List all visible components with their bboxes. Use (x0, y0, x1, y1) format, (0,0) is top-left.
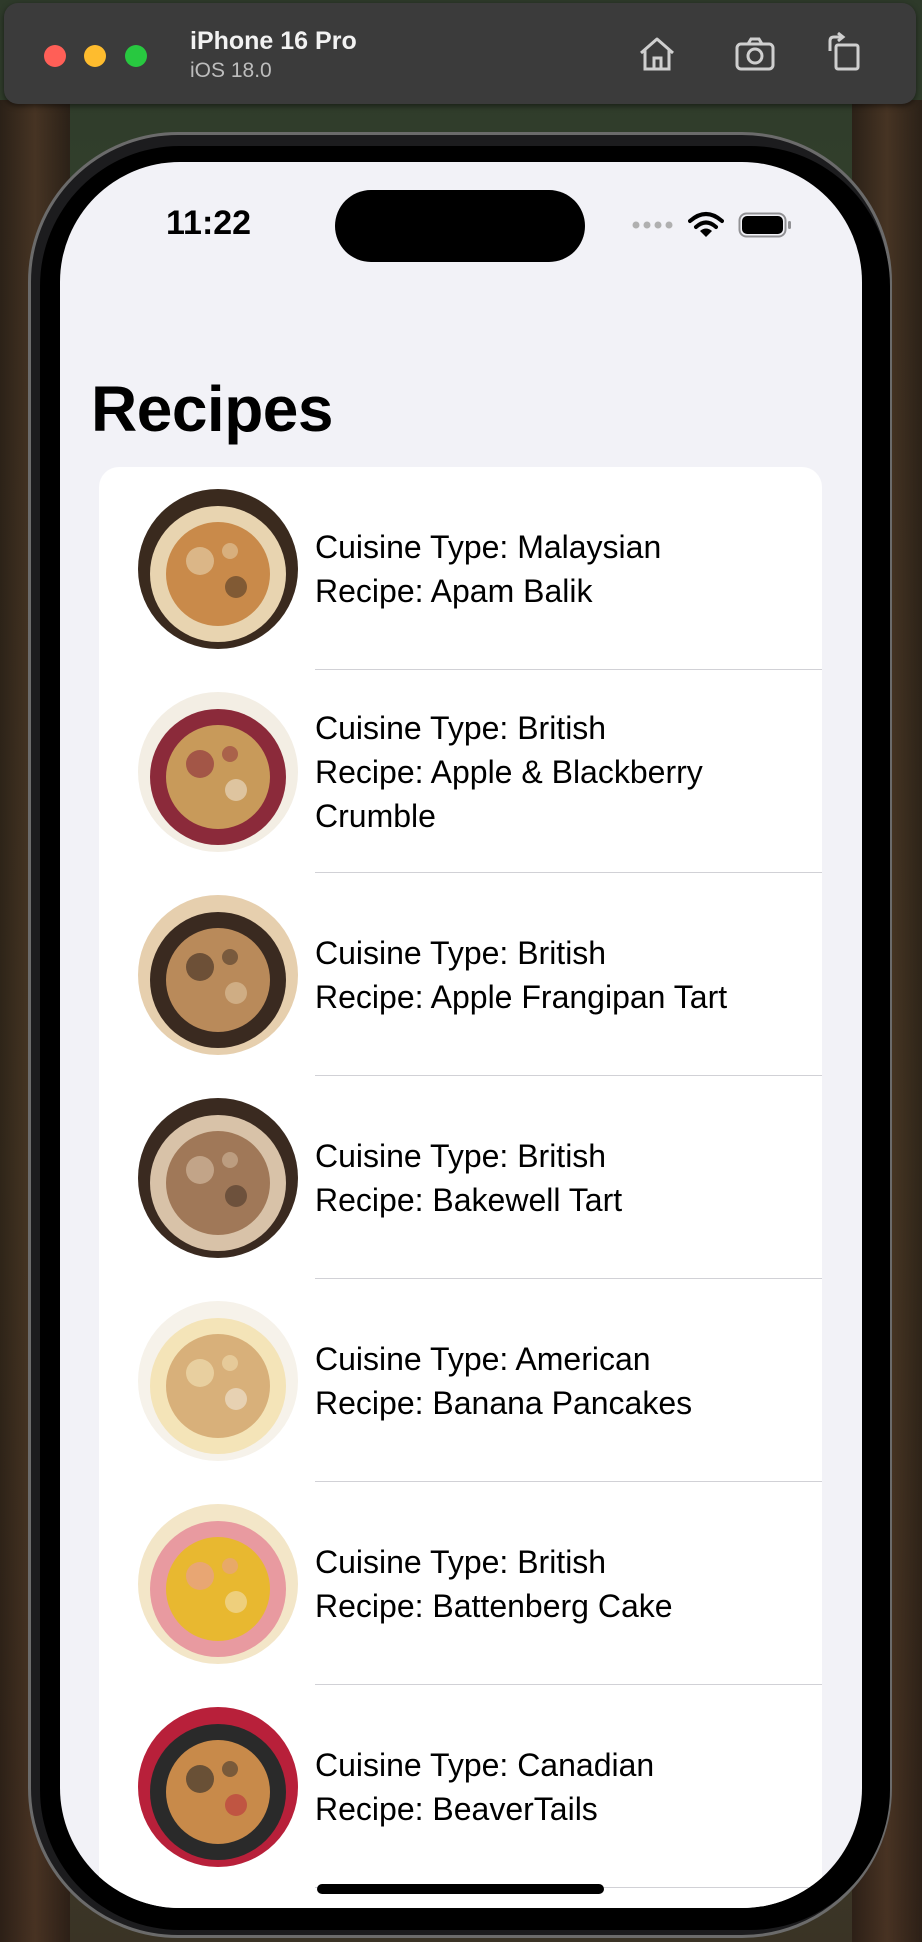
phone-screen: 11:22 Recipes Cuisine Type: Malaysian Rec… (60, 162, 862, 1908)
food-photo-icon (138, 1707, 298, 1867)
rotate-icon (828, 31, 860, 71)
zoom-window-button[interactable] (125, 45, 147, 67)
rotate-button[interactable] (822, 31, 868, 77)
recipe-name-label: Recipe: Bakewell Tart (315, 1181, 623, 1218)
food-photo-icon (138, 1098, 298, 1258)
recipe-row[interactable]: Cuisine Type: British Recipe: Apple Frang… (99, 873, 822, 1076)
close-window-button[interactable] (44, 45, 66, 67)
recipe-thumbnail (138, 489, 298, 649)
recipe-text: Cuisine Type: Malaysian Recipe: Apam Bali… (315, 467, 782, 670)
recipe-row[interactable]: Cuisine Type: American Recipe: Banana Pan… (99, 1279, 822, 1482)
recipe-text: Cuisine Type: British Recipe: Battenberg … (315, 1482, 782, 1685)
recipe-name-label: Recipe: Battenberg Cake (315, 1587, 673, 1624)
recipe-thumbnail (138, 692, 298, 852)
recipe-cuisine-label: Cuisine Type: British (315, 934, 607, 971)
recipe-thumbnail (138, 1504, 298, 1664)
home-icon (640, 37, 674, 71)
food-photo-icon (138, 692, 298, 852)
battery-icon (738, 212, 791, 238)
device-name: iPhone 16 Pro (190, 27, 357, 55)
recipe-cuisine-label: Cuisine Type: British (315, 709, 607, 746)
recipe-row[interactable]: Cuisine Type: British Recipe: Bakewell Ta… (99, 1076, 822, 1279)
minimize-window-button[interactable] (84, 45, 106, 67)
food-photo-icon (138, 895, 298, 1055)
recipe-text: Cuisine Type: British Recipe: Apple & Bla… (315, 670, 782, 873)
recipe-name-label: Recipe: Banana Pancakes (315, 1384, 693, 1421)
dynamic-island (335, 190, 585, 262)
food-photo-icon (138, 1504, 298, 1664)
recipe-thumbnail (138, 1707, 298, 1867)
recipe-list[interactable]: Cuisine Type: Malaysian Recipe: Apam Bali… (99, 467, 822, 1908)
screenshot-button[interactable] (732, 31, 778, 77)
status-time: 11:22 (166, 204, 252, 242)
cellular-dots-icon (632, 221, 673, 229)
wifi-icon (688, 212, 724, 237)
recipe-cuisine-label: Cuisine Type: British (315, 1543, 607, 1580)
recipe-row[interactable]: Cuisine Type: British Recipe: Battenberg … (99, 1482, 822, 1685)
recipe-cuisine-label: Cuisine Type: Canadian (315, 1746, 655, 1783)
home-button[interactable] (634, 31, 680, 77)
recipe-text: Cuisine Type: British Recipe: Apple Frang… (315, 873, 782, 1076)
status-icons (632, 210, 792, 240)
recipe-name-label: Recipe: BeaverTails (315, 1790, 598, 1827)
recipe-cuisine-label: Cuisine Type: Malaysian (315, 528, 662, 565)
recipe-text: Cuisine Type: British Recipe: Bakewell Ta… (315, 1076, 782, 1279)
recipe-cuisine-label: Cuisine Type: American (315, 1340, 651, 1377)
recipe-cuisine-label: Cuisine Type: British (315, 1137, 607, 1174)
recipe-row[interactable]: Cuisine Type: Malaysian Recipe: Apam Bali… (99, 467, 822, 670)
simulator-toolbar: iPhone 16 Pro iOS 18.0 (4, 3, 916, 104)
recipe-text: Cuisine Type: Canadian Recipe: BeaverTail… (315, 1685, 782, 1888)
recipe-name-label: Recipe: Apple Frangipan Tart (315, 978, 728, 1015)
food-photo-icon (138, 1301, 298, 1461)
home-indicator[interactable] (317, 1884, 604, 1894)
food-photo-icon (138, 489, 298, 649)
recipe-row[interactable]: Cuisine Type: Canadian Recipe: BeaverTail… (99, 1685, 822, 1888)
page-title: Recipes (91, 373, 333, 445)
os-version: iOS 18.0 (190, 59, 272, 82)
recipe-thumbnail (138, 1301, 298, 1461)
recipe-thumbnail (138, 895, 298, 1055)
recipe-thumbnail (138, 1098, 298, 1258)
recipe-row[interactable]: Cuisine Type: British Recipe: Apple & Bla… (99, 670, 822, 873)
recipe-name-label: Recipe: Apam Balik (315, 572, 593, 609)
recipe-name-label: Recipe: Apple & Blackberry Crumble (315, 753, 703, 834)
camera-icon (735, 37, 775, 71)
recipe-text: Cuisine Type: American Recipe: Banana Pan… (315, 1279, 782, 1482)
